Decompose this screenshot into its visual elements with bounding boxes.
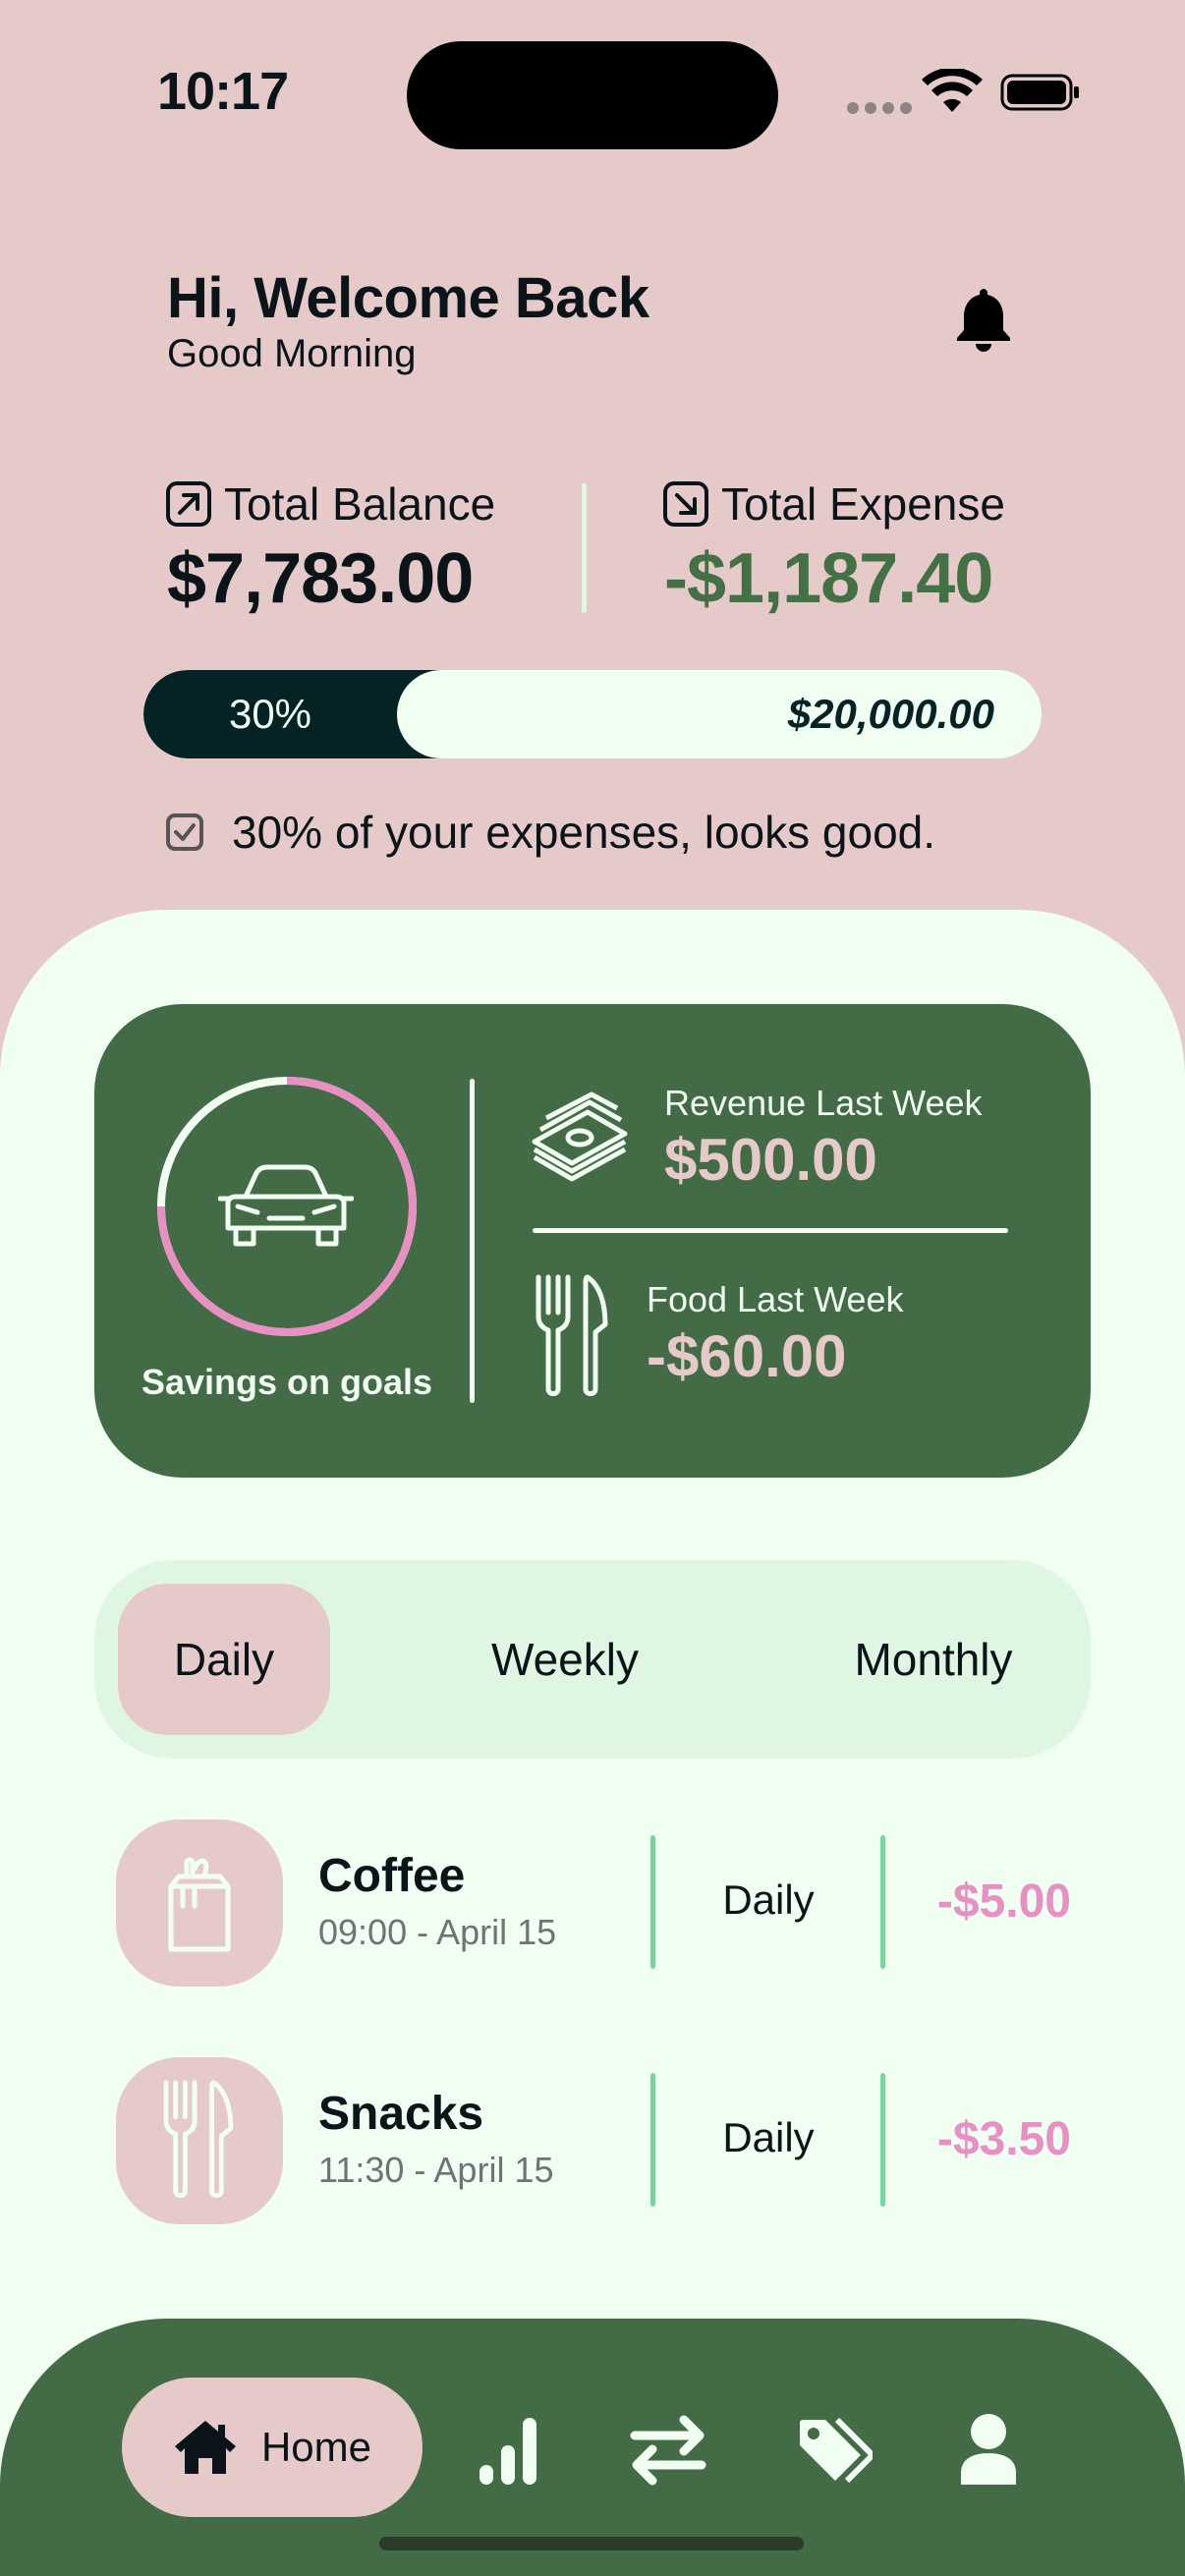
progress-goal: $20,000.00 <box>787 691 994 737</box>
arrow-up-right-icon <box>166 481 211 527</box>
fork-knife-icon <box>163 2080 234 2199</box>
transaction-icon-box[interactable] <box>116 1820 283 1987</box>
grocery-bag-icon <box>168 1857 231 1952</box>
status-time: 10:17 <box>157 62 289 121</box>
greeting-subtitle: Good Morning <box>167 332 417 375</box>
checkbox-checked-icon <box>166 813 203 851</box>
total-balance-value: $7,783.00 <box>167 539 474 618</box>
dynamic-island <box>407 41 778 149</box>
nav-home-label: Home <box>260 2424 372 2470</box>
notification-bell-icon[interactable] <box>951 285 1016 354</box>
transaction-divider <box>880 2073 885 2207</box>
tab-weekly[interactable]: Weekly <box>452 1584 678 1735</box>
total-balance-label: Total Balance <box>224 478 496 530</box>
tab-daily[interactable]: Daily <box>118 1584 330 1735</box>
progress-track-cap <box>397 670 485 758</box>
arrow-down-right-icon <box>663 481 708 527</box>
home-icon <box>174 2421 236 2474</box>
transaction-title: Coffee <box>318 1850 466 1902</box>
tab-monthly[interactable]: Monthly <box>818 1584 1049 1735</box>
food-value: -$60.00 <box>647 1323 847 1389</box>
transaction-icon-box[interactable] <box>116 2057 283 2224</box>
analysis-icon[interactable] <box>466 2412 544 2487</box>
greeting-title: Hi, Welcome Back <box>167 266 649 330</box>
revenue-label: Revenue Last Week <box>664 1083 983 1123</box>
progress-message-row: 30% of your expenses, looks good. <box>165 806 935 859</box>
transaction-title: Snacks <box>318 2088 484 2140</box>
money-stack-icon <box>532 1092 628 1182</box>
cellular-signal-icon <box>847 102 912 114</box>
battery-icon <box>1000 74 1079 111</box>
category-tag-icon[interactable] <box>794 2412 873 2487</box>
savings-label: Savings on goals <box>141 1362 433 1402</box>
revenue-value: $500.00 <box>664 1127 877 1193</box>
transaction-amount: -$5.00 <box>936 1876 1071 1928</box>
home-indicator <box>379 2537 804 2550</box>
card-horizontal-divider <box>533 1228 1008 1233</box>
progress-percent: 30% <box>228 691 312 737</box>
total-balance-label-row: Total Balance <box>165 477 495 531</box>
total-expense-label-row: Total Expense <box>662 477 1005 531</box>
transaction-time: 11:30 - April 15 <box>318 2150 554 2190</box>
food-label: Food Last Week <box>647 1279 904 1319</box>
balance-divider <box>582 483 587 613</box>
card-vertical-divider <box>470 1079 475 1403</box>
total-expense-value: -$1,187.40 <box>664 539 993 618</box>
transaction-amount: -$3.50 <box>936 2113 1071 2165</box>
transaction-frequency: Daily <box>722 1876 815 1923</box>
transaction-divider <box>880 1835 885 1969</box>
transfer-icon[interactable] <box>629 2412 707 2487</box>
transaction-time: 09:00 - April 15 <box>318 1912 557 1952</box>
transaction-frequency: Daily <box>722 2114 815 2160</box>
expense-progress-bar: 30% $20,000.00 <box>143 670 1042 758</box>
progress-message: 30% of your expenses, looks good. <box>232 807 936 858</box>
fork-knife-icon <box>536 1274 608 1396</box>
profile-icon[interactable] <box>949 2412 1028 2487</box>
wifi-icon <box>922 69 983 112</box>
nav-home-button[interactable]: Home <box>122 2378 423 2517</box>
total-expense-label: Total Expense <box>721 478 1005 530</box>
car-icon <box>218 1164 354 1247</box>
